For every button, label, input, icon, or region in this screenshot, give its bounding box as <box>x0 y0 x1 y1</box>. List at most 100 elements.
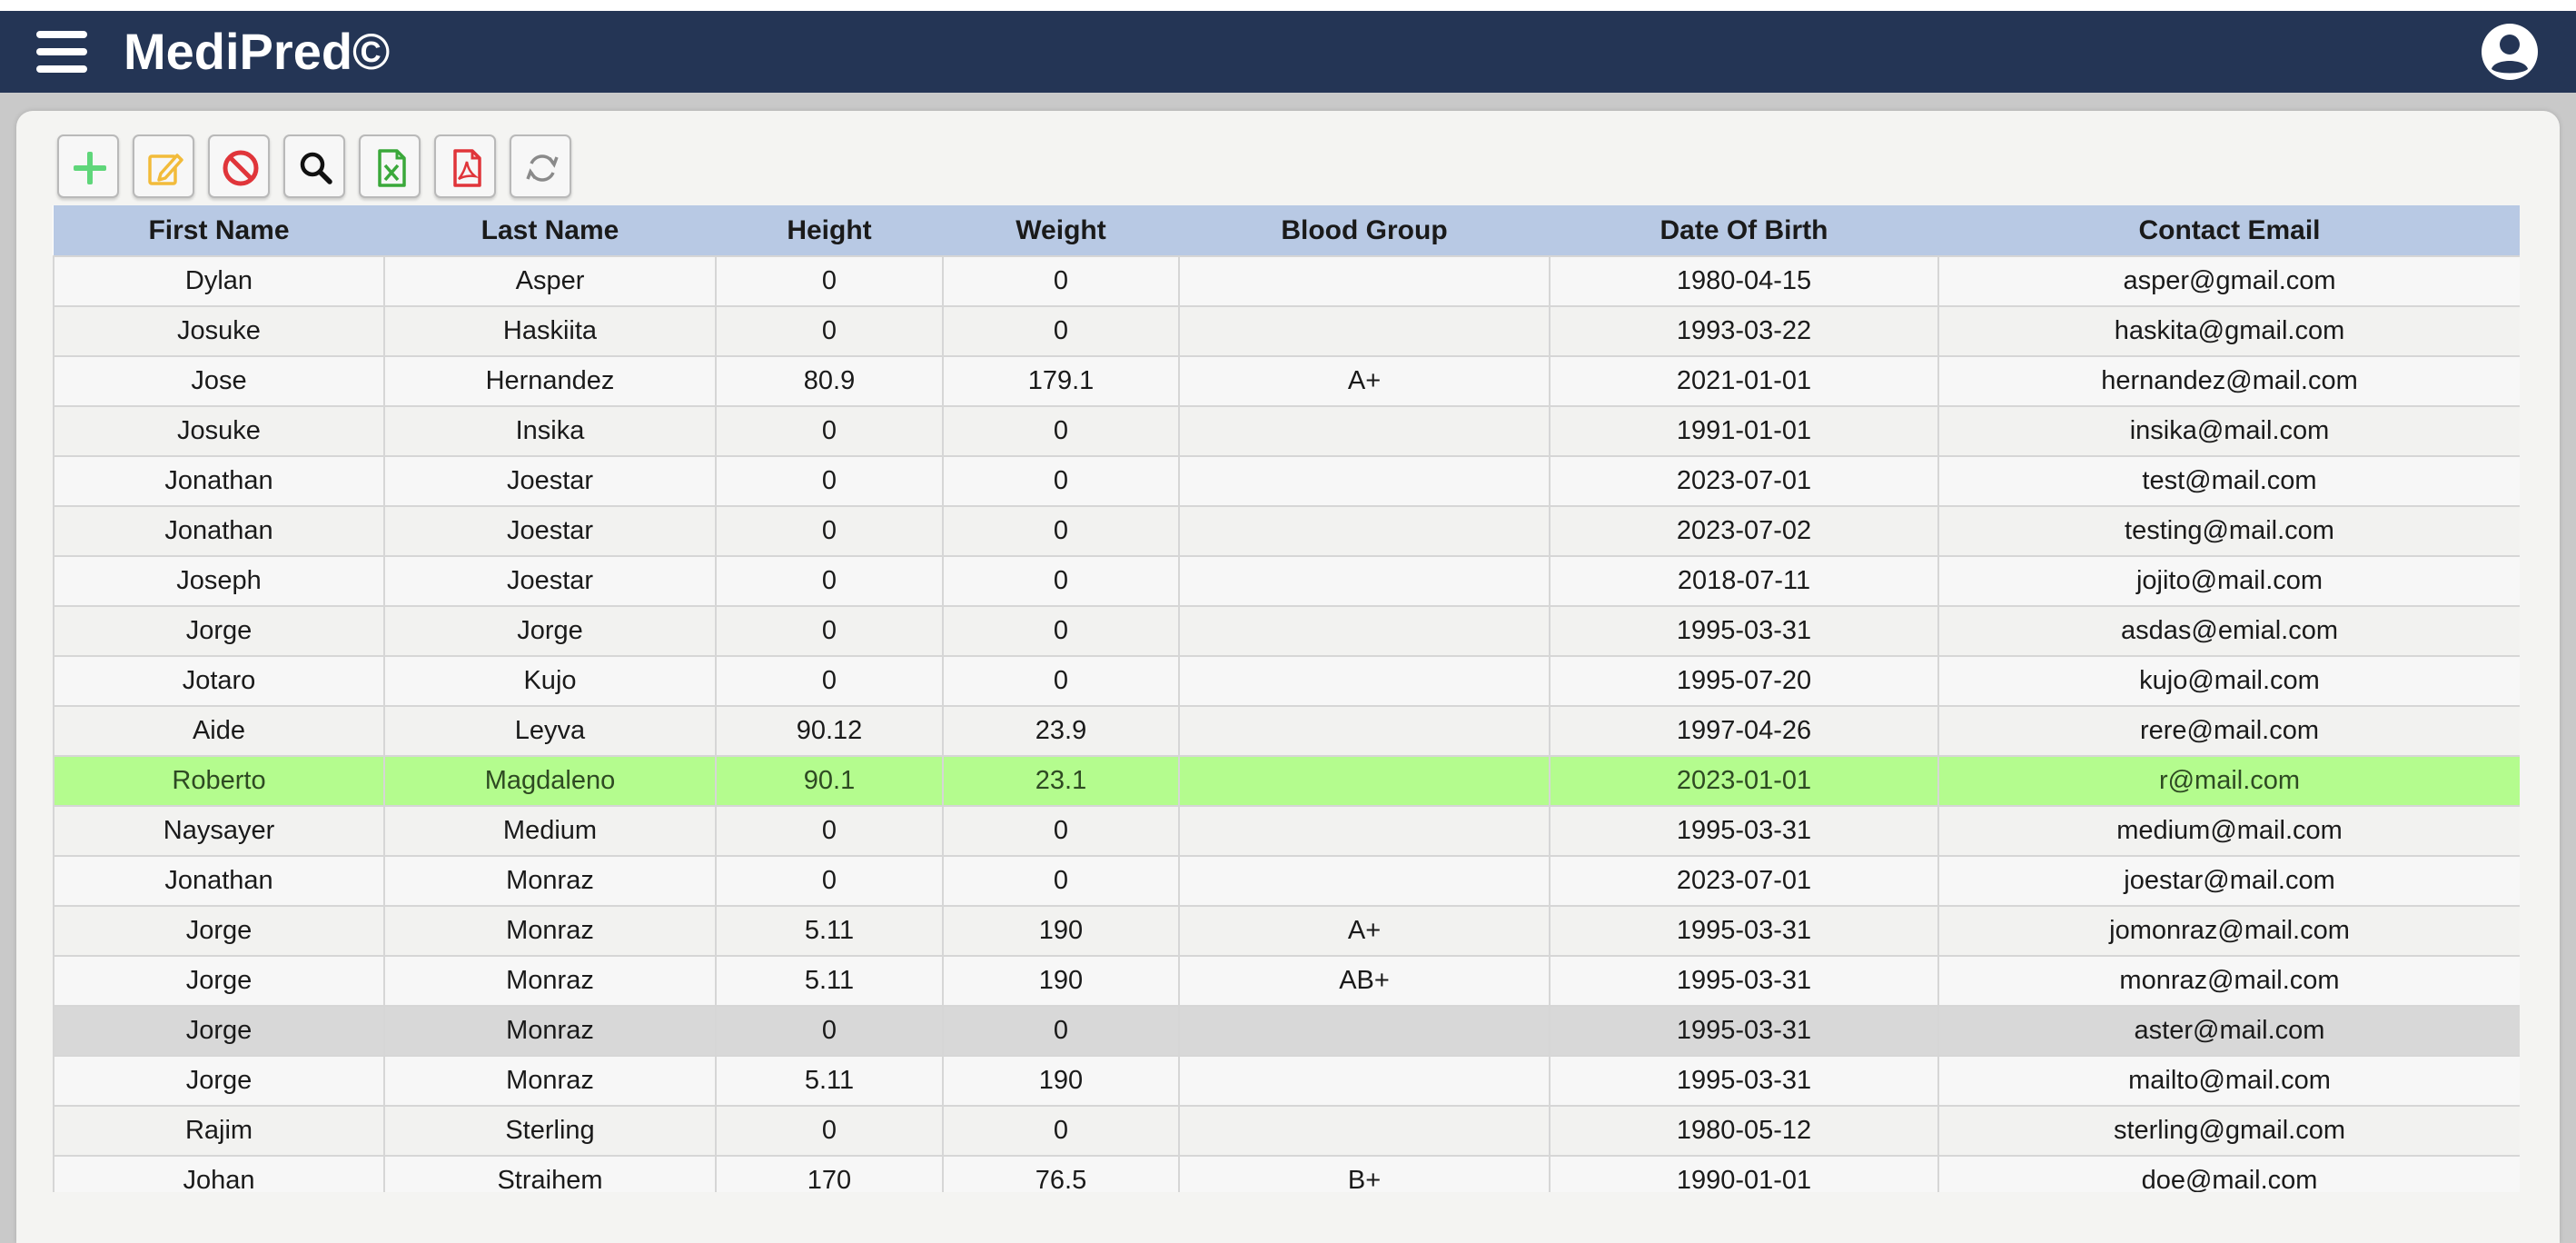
blood-group-cell <box>1178 305 1551 357</box>
weight-cell: 0 <box>942 1105 1180 1157</box>
height-cell: 0 <box>715 605 944 657</box>
contact-email-cell: jomonraz@mail.com <box>1937 905 2520 957</box>
column-header-contact-email[interactable]: Contact Email <box>1938 205 2520 256</box>
window-top-strip <box>0 0 2576 11</box>
last-name-cell: Monraz <box>383 1055 717 1107</box>
hamburger-menu-icon[interactable] <box>36 31 87 73</box>
patients-table-container[interactable]: First Name Last Name Height Weight Blood… <box>53 205 2520 1192</box>
add-button[interactable] <box>57 134 119 198</box>
table-row[interactable]: Jonathan Joestar 0 0 2023-07-01 test@mail.com <box>53 455 2520 507</box>
refresh-button[interactable] <box>510 134 571 198</box>
date-of-birth-cell: 1980-04-15 <box>1549 255 1939 307</box>
table-row[interactable]: Rajim Sterling 0 0 1980-05-12 sterling@gmail.… <box>53 1105 2520 1157</box>
column-header-first-name[interactable]: First Name <box>54 205 384 256</box>
table-row[interactable]: Aide Leyva 90.12 23.9 1997-04-26 rere@mail.co… <box>53 705 2520 757</box>
table-row[interactable]: Jorge Monraz 5.11 190 AB+ 1995-03-31 monraz@ma… <box>53 955 2520 1007</box>
contact-email-cell: medium@mail.com <box>1937 805 2520 857</box>
column-header-last-name[interactable]: Last Name <box>384 205 716 256</box>
plus-icon <box>74 152 106 184</box>
height-cell: 90.1 <box>715 755 944 807</box>
table-row[interactable]: Jorge Jorge 0 0 1995-03-31 asdas@emial.com <box>53 605 2520 657</box>
table-row[interactable]: Johan Straihem 170 76.5 B+ 1990-01-01 doe@mail… <box>53 1155 2520 1192</box>
first-name-cell: Jorge <box>53 955 385 1007</box>
blood-group-cell <box>1178 705 1551 757</box>
blood-group-cell: A+ <box>1178 905 1551 957</box>
height-cell: 0 <box>715 405 944 457</box>
delete-button[interactable] <box>208 134 270 198</box>
weight-cell: 23.1 <box>942 755 1180 807</box>
date-of-birth-cell: 1995-03-31 <box>1549 605 1939 657</box>
table-body: Dylan Asper 0 0 1980-04-15 asper@gmail.com Jos… <box>53 255 2520 1192</box>
first-name-cell: Joseph <box>53 555 385 607</box>
weight-cell: 190 <box>942 905 1180 957</box>
weight-cell: 23.9 <box>942 705 1180 757</box>
table-row[interactable]: Jorge Monraz 0 0 1995-03-31 aster@mail.com <box>53 1005 2520 1057</box>
blood-group-cell: AB+ <box>1178 955 1551 1007</box>
edit-button[interactable] <box>133 134 194 198</box>
table-row[interactable]: Dylan Asper 0 0 1980-04-15 asper@gmail.com <box>53 255 2520 307</box>
user-account-icon[interactable] <box>2480 22 2540 82</box>
first-name-cell: Jonathan <box>53 455 385 507</box>
contact-email-cell: asper@gmail.com <box>1937 255 2520 307</box>
first-name-cell: Roberto <box>53 755 385 807</box>
table-row[interactable]: Naysayer Medium 0 0 1995-03-31 medium@mail.co… <box>53 805 2520 857</box>
weight-cell: 179.1 <box>942 355 1180 407</box>
column-header-blood-group[interactable]: Blood Group <box>1179 205 1550 256</box>
date-of-birth-cell: 1990-01-01 <box>1549 1155 1939 1192</box>
last-name-cell: Magdaleno <box>383 755 717 807</box>
weight-cell: 0 <box>942 1005 1180 1057</box>
weight-cell: 0 <box>942 305 1180 357</box>
first-name-cell: Jotaro <box>53 655 385 707</box>
contact-email-cell: test@mail.com <box>1937 455 2520 507</box>
contact-email-cell: insika@mail.com <box>1937 405 2520 457</box>
contact-email-cell: mailto@mail.com <box>1937 1055 2520 1107</box>
export-pdf-button[interactable] <box>434 134 496 198</box>
blood-group-cell <box>1178 255 1551 307</box>
pdf-file-icon <box>453 149 481 187</box>
table-row[interactable]: Joseph Joestar 0 0 2018-07-11 jojito@mail.com <box>53 555 2520 607</box>
table-row[interactable]: Jonathan Joestar 0 0 2023-07-02 testing@mail.… <box>53 505 2520 557</box>
contact-email-cell: joestar@mail.com <box>1937 855 2520 907</box>
table-row[interactable]: Jonathan Monraz 0 0 2023-07-01 joestar@mail.c… <box>53 855 2520 907</box>
date-of-birth-cell: 2018-07-11 <box>1549 555 1939 607</box>
date-of-birth-cell: 1980-05-12 <box>1549 1105 1939 1157</box>
height-cell: 0 <box>715 805 944 857</box>
table-row[interactable]: Jotaro Kujo 0 0 1995-07-20 kujo@mail.com <box>53 655 2520 707</box>
height-cell: 0 <box>715 1105 944 1157</box>
first-name-cell: Jorge <box>53 605 385 657</box>
blood-group-cell <box>1178 755 1551 807</box>
first-name-cell: Aide <box>53 705 385 757</box>
height-cell: 5.11 <box>715 1055 944 1107</box>
date-of-birth-cell: 1995-03-31 <box>1549 905 1939 957</box>
weight-cell: 0 <box>942 455 1180 507</box>
table-row[interactable]: Josuke Haskiita 0 0 1993-03-22 haskita@gmail.… <box>53 305 2520 357</box>
column-header-weight[interactable]: Weight <box>943 205 1179 256</box>
last-name-cell: Straihem <box>383 1155 717 1192</box>
first-name-cell: Jorge <box>53 1055 385 1107</box>
column-header-date-of-birth[interactable]: Date Of Birth <box>1550 205 1938 256</box>
blood-group-cell: A+ <box>1178 355 1551 407</box>
first-name-cell: Johan <box>53 1155 385 1192</box>
contact-email-cell: r@mail.com <box>1937 755 2520 807</box>
date-of-birth-cell: 1995-03-31 <box>1549 1055 1939 1107</box>
height-cell: 0 <box>715 555 944 607</box>
column-header-height[interactable]: Height <box>716 205 943 256</box>
refresh-icon <box>526 154 559 182</box>
date-of-birth-cell: 1995-03-31 <box>1549 1005 1939 1057</box>
table-row[interactable]: Josuke Insika 0 0 1991-01-01 insika@mail.com <box>53 405 2520 457</box>
search-button[interactable] <box>283 134 345 198</box>
blood-group-cell <box>1178 655 1551 707</box>
blood-group-cell <box>1178 555 1551 607</box>
export-excel-button[interactable] <box>359 134 421 198</box>
contact-email-cell: asdas@emial.com <box>1937 605 2520 657</box>
excel-file-icon <box>378 149 406 187</box>
table-row[interactable]: Jorge Monraz 5.11 190 A+ 1995-03-31 jomonraz@m… <box>53 905 2520 957</box>
last-name-cell: Monraz <box>383 905 717 957</box>
height-cell: 5.11 <box>715 955 944 1007</box>
prohibit-icon <box>223 150 259 186</box>
weight-cell: 0 <box>942 555 1180 607</box>
table-row-selected[interactable]: Roberto Magdaleno 90.1 23.1 2023-01-01 r@mail… <box>53 755 2520 807</box>
table-row[interactable]: Jorge Monraz 5.11 190 1995-03-31 mailto@mail.… <box>53 1055 2520 1107</box>
date-of-birth-cell: 2023-07-01 <box>1549 455 1939 507</box>
table-row[interactable]: Jose Hernandez 80.9 179.1 A+ 2021-01-01 hernan… <box>53 355 2520 407</box>
